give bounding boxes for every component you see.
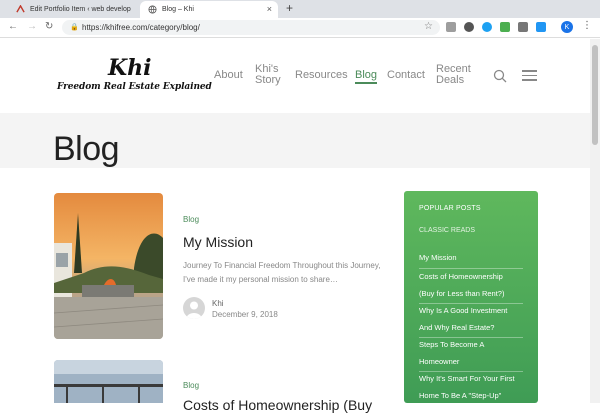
tab-title: Blog – Khi — [162, 6, 194, 13]
address-bar[interactable]: 🔒 https://khifree.com/category/blog/ ☆ — [62, 20, 440, 35]
profile-avatar[interactable]: K — [561, 21, 573, 33]
lock-icon: 🔒 — [70, 24, 79, 31]
scrollbar-thumb[interactable] — [592, 45, 598, 145]
author-name[interactable]: Khi — [212, 299, 224, 308]
author-avatar — [183, 297, 205, 319]
post-thumbnail[interactable] — [54, 360, 163, 403]
link-line2: Homeowner — [419, 357, 460, 366]
nav-resources[interactable]: Resources — [295, 70, 348, 81]
link-line1: Why Is A Good Investment — [419, 306, 508, 315]
popular-post-link[interactable]: My Mission — [419, 249, 531, 266]
nav-blog[interactable]: Blog — [355, 70, 378, 84]
new-tab-button[interactable]: + — [286, 1, 293, 15]
browser-toolbar: ← → ↻ 🔒 https://khifree.com/category/blo… — [0, 18, 600, 38]
nav-label-line2: Story — [255, 74, 281, 86]
widget-subtitle: CLASSIC READS — [419, 227, 476, 234]
link-line2: (Buy for Less than Rent?) — [419, 289, 505, 298]
widget-title: POPULAR POSTS — [419, 205, 481, 212]
page-scrollbar[interactable] — [590, 39, 600, 403]
close-tab-icon[interactable]: × — [267, 4, 272, 14]
nav-khis-story[interactable]: Khi's Story — [255, 64, 281, 86]
reload-icon[interactable]: ↻ — [45, 21, 53, 32]
nav-label-line2: Deals — [436, 74, 465, 86]
site-logo[interactable]: Khi — [108, 55, 151, 81]
browser-tab-inactive[interactable]: Edit Portfolio Item ‹ web develop — [8, 1, 138, 18]
popular-posts-widget: POPULAR POSTS CLASSIC READS My Mission C… — [404, 191, 538, 403]
sunset-yard-image — [54, 193, 163, 339]
link-line2: Home To Be A "Step-Up" — [419, 391, 502, 400]
link-line1: Why It's Smart For Your First — [419, 374, 515, 383]
extension-icon[interactable] — [464, 22, 474, 32]
popular-post-link[interactable]: Steps To Become A Homeowner — [419, 336, 531, 370]
page-title: Blog — [53, 130, 120, 168]
menu-hamburger-icon[interactable] — [522, 70, 537, 81]
post-title[interactable]: My Mission — [183, 234, 253, 250]
tab-title: Edit Portfolio Item ‹ web develop — [30, 6, 131, 13]
portfolio-favicon-icon — [16, 5, 25, 13]
bookmark-star-icon[interactable]: ☆ — [424, 21, 433, 32]
browser-tab-bar: Edit Portfolio Item ‹ web develop Blog –… — [0, 0, 600, 18]
site-header: Khi Freedom Real Estate Explained About … — [0, 39, 590, 113]
link-line1: Costs of Homeownership — [419, 272, 503, 281]
link-line2: And Why Real Estate? — [419, 323, 495, 332]
post-excerpt: Journey To Financial Freedom Throughout … — [183, 261, 381, 284]
popular-post-link[interactable]: Why It's Smart For Your First Home To Be… — [419, 370, 531, 404]
link-line1: My Mission — [419, 253, 457, 262]
extension-icon[interactable] — [500, 22, 510, 32]
post-title[interactable]: Costs of Homeownership (Buy — [183, 397, 372, 413]
post-category[interactable]: Blog — [183, 215, 199, 224]
browser-menu-icon[interactable]: ⋮ — [582, 20, 592, 31]
search-icon[interactable] — [493, 69, 507, 83]
post-category[interactable]: Blog — [183, 381, 199, 390]
link-line1: Steps To Become A — [419, 340, 485, 349]
nav-contact[interactable]: Contact — [387, 70, 425, 81]
url-text: https://khifree.com/category/blog/ — [82, 23, 200, 32]
download-extension-icon[interactable] — [536, 22, 546, 32]
post-thumbnail[interactable] — [54, 193, 163, 339]
browser-tab-active[interactable]: Blog – Khi × — [140, 1, 278, 18]
sky-railing-image — [54, 360, 163, 403]
forward-icon[interactable]: → — [27, 21, 37, 32]
post-date: December 9, 2018 — [212, 310, 278, 319]
nav-recent-deals[interactable]: Recent Deals — [436, 64, 471, 86]
nav-about[interactable]: About — [214, 70, 243, 81]
globe-icon — [148, 5, 157, 14]
site-tagline: Freedom Real Estate Explained — [57, 82, 212, 92]
extension-icon[interactable] — [446, 22, 456, 32]
popular-post-link[interactable]: Why Is A Good Investment And Why Real Es… — [419, 302, 531, 336]
extension-icon[interactable] — [518, 22, 528, 32]
page-hero: Blog — [0, 113, 590, 168]
twitter-extension-icon[interactable] — [482, 22, 492, 32]
back-icon[interactable]: ← — [8, 21, 18, 32]
popular-post-link[interactable]: Costs of Homeownership (Buy for Less tha… — [419, 268, 531, 302]
